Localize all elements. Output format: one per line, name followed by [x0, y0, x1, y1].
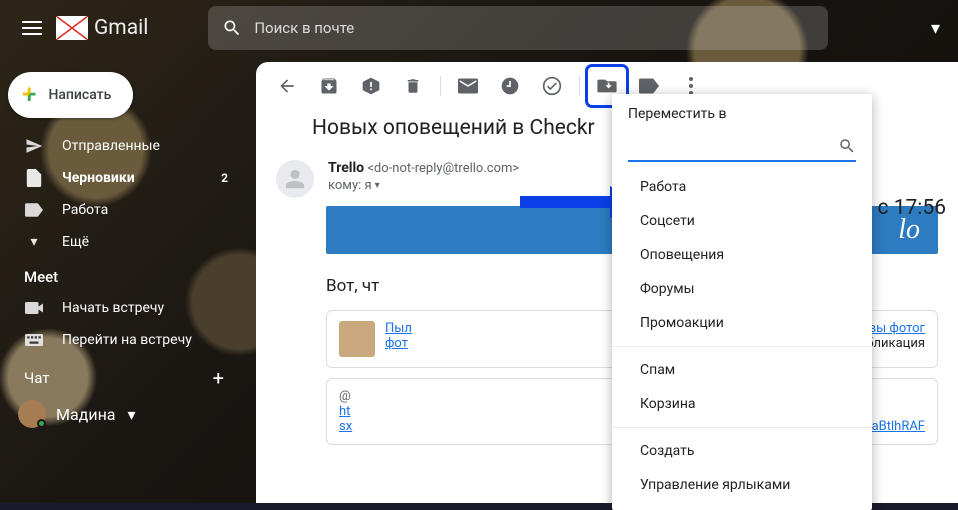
mention: @ — [339, 389, 351, 404]
menu-item-work[interactable]: Работа — [612, 170, 872, 204]
menu-search[interactable] — [628, 132, 856, 162]
presence-indicator — [37, 419, 46, 428]
card-title-link[interactable]: Пыл — [385, 321, 412, 336]
plus-icon: + — [22, 80, 36, 110]
main-menu-button[interactable] — [12, 8, 52, 48]
send-icon — [24, 137, 44, 155]
thumbnail — [339, 321, 375, 357]
sidebar-item-sent[interactable]: Отправленные — [0, 130, 240, 162]
subject-right: я с 17:56 — [861, 196, 946, 220]
search-icon — [838, 137, 856, 155]
keyboard-icon — [24, 334, 44, 346]
sidebar-item-label: Работа — [62, 202, 108, 218]
sender-email: <do-not-reply@trello.com> — [367, 161, 519, 176]
sidebar-item-label: Черновики — [62, 170, 135, 186]
search-icon — [222, 18, 242, 38]
menu-item-spam[interactable]: Спам — [612, 353, 872, 387]
sender-avatar — [276, 160, 314, 198]
menu-separator — [612, 427, 872, 428]
menu-item-trash[interactable]: Корзина — [612, 387, 872, 421]
menu-item-promos[interactable]: Промоакции — [612, 306, 872, 340]
sidebar-item-more[interactable]: ▾ Ещё — [0, 226, 240, 258]
label-icon — [24, 203, 44, 217]
compose-label: Написать — [48, 87, 111, 103]
archive-button[interactable] — [310, 67, 348, 105]
expand-recipients[interactable]: ▾ — [375, 180, 380, 191]
spam-button[interactable] — [352, 67, 390, 105]
chat-heading: Чат — [24, 369, 50, 387]
sidebar-item-label: Ещё — [62, 234, 89, 250]
card-link[interactable]: ht — [339, 404, 350, 419]
product-name: Gmail — [94, 16, 148, 40]
snooze-button[interactable] — [491, 67, 529, 105]
meet-start-label: Начать встречу — [62, 300, 164, 316]
menu-title: Переместить в — [612, 106, 872, 132]
card-link[interactable]: фот — [385, 336, 408, 351]
menu-item-social[interactable]: Соцсети — [612, 204, 872, 238]
sidebar-item-label: Отправленные — [62, 138, 160, 154]
chat-user[interactable]: Мадина ▾ — [0, 396, 240, 432]
gmail-logo[interactable]: Gmail — [56, 16, 148, 40]
mark-unread-button[interactable] — [449, 67, 487, 105]
search-bar[interactable] — [208, 6, 828, 50]
gmail-icon — [56, 16, 88, 40]
menu-item-manage[interactable]: Управление ярлыками — [612, 468, 872, 502]
menu-item-forums[interactable]: Форумы — [612, 272, 872, 306]
back-button[interactable] — [268, 67, 306, 105]
meet-start[interactable]: Начать встречу — [0, 292, 240, 324]
delete-button[interactable] — [394, 67, 432, 105]
menu-item-updates[interactable]: Оповещения — [612, 238, 872, 272]
meet-join[interactable]: Перейти на встречу — [0, 324, 240, 356]
add-task-button[interactable] — [533, 67, 571, 105]
settings-dropdown[interactable]: ▾ — [931, 18, 946, 39]
menu-search-input[interactable] — [628, 138, 838, 154]
video-icon — [24, 302, 44, 314]
to-label: кому: я — [328, 178, 372, 193]
menu-separator — [612, 346, 872, 347]
card-link[interactable]: sx — [339, 419, 352, 434]
avatar — [18, 400, 46, 428]
draft-icon — [24, 169, 44, 187]
sidebar-item-drafts[interactable]: Черновики 2 — [0, 162, 240, 194]
chevron-down-icon: ▾ — [24, 234, 44, 250]
chevron-down-icon[interactable]: ▾ — [128, 405, 136, 424]
menu-item-create[interactable]: Создать — [612, 434, 872, 468]
move-to-menu: Переместить в Работа Соцсети Оповещения … — [612, 94, 872, 510]
search-input[interactable] — [254, 19, 814, 37]
chat-add-button[interactable]: + — [213, 366, 224, 390]
chat-user-name: Мадина — [56, 405, 116, 424]
meet-heading: Meet — [0, 258, 240, 292]
compose-button[interactable]: + Написать — [8, 72, 133, 118]
sidebar-item-work[interactable]: Работа — [0, 194, 240, 226]
meet-join-label: Перейти на встречу — [62, 332, 192, 348]
sender-name: Trello — [328, 160, 364, 176]
drafts-badge: 2 — [221, 171, 228, 185]
